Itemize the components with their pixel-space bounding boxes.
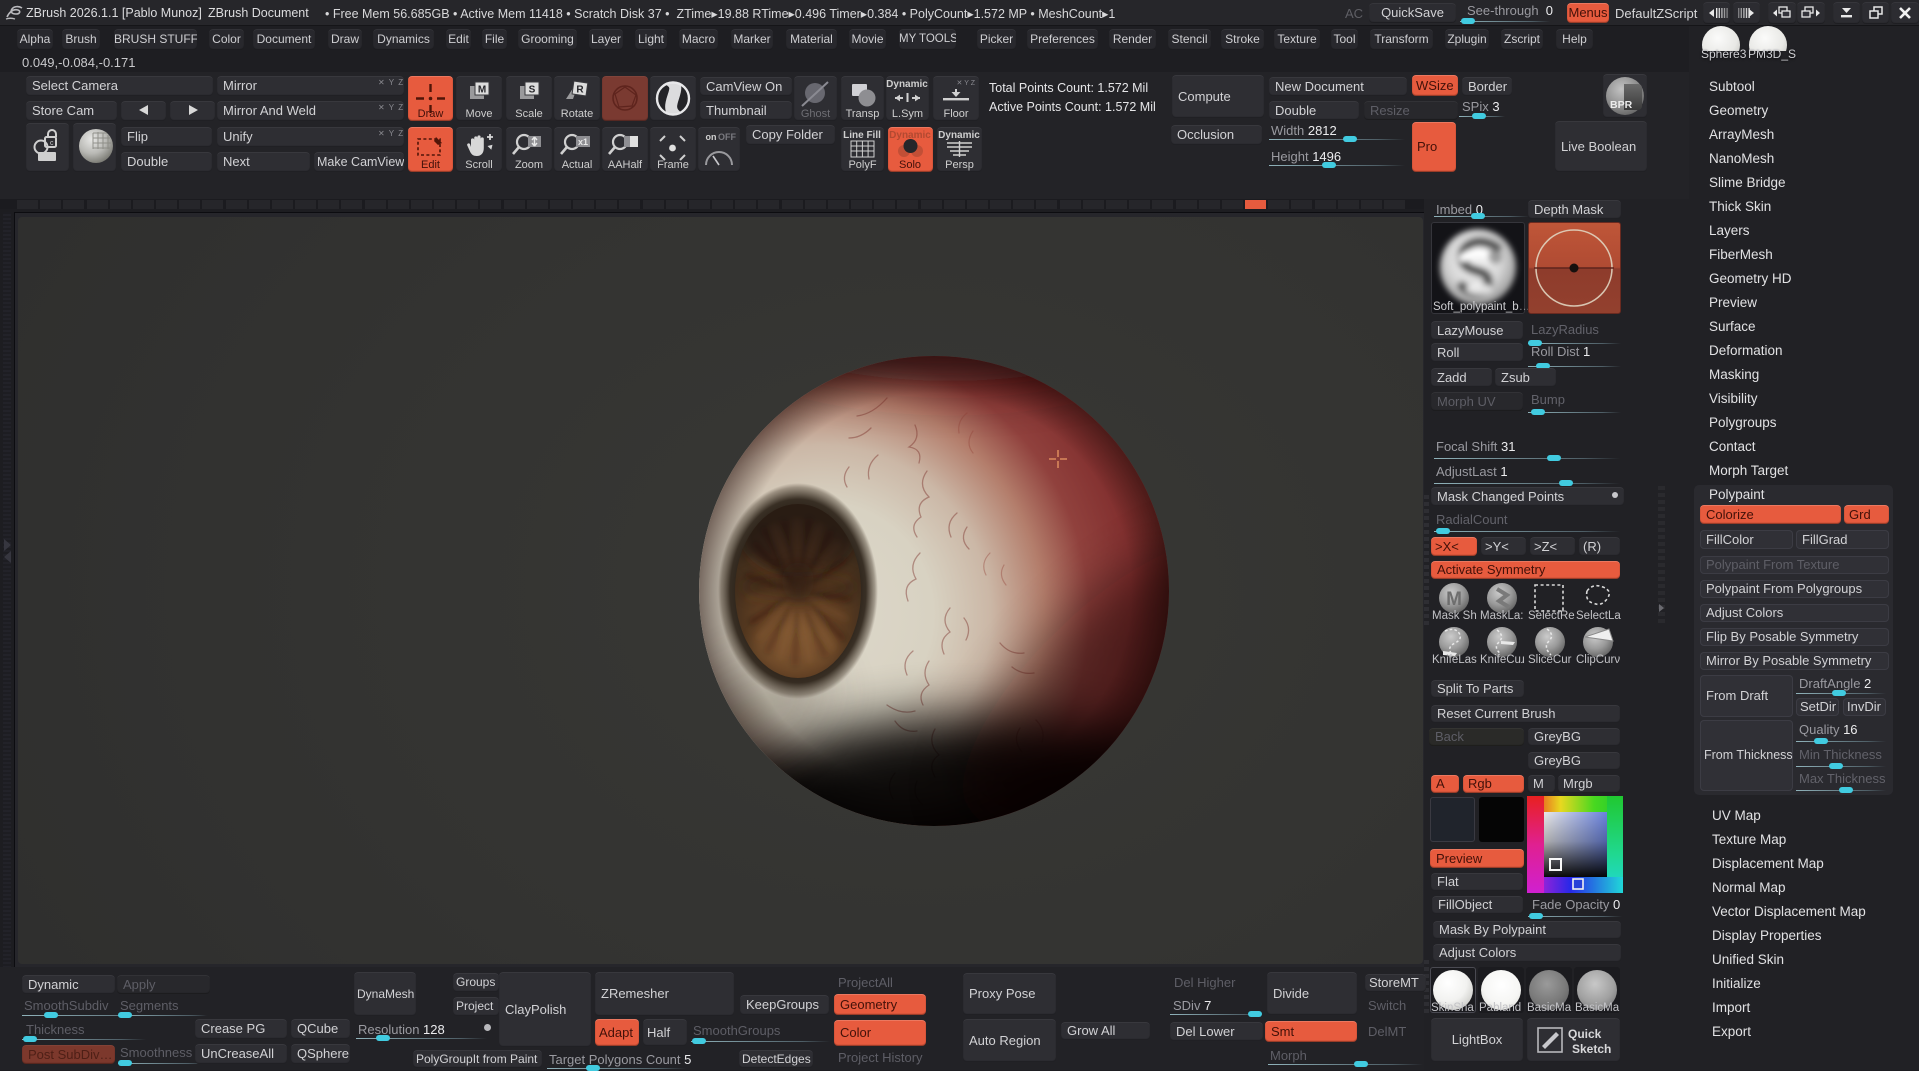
svg-text:M: M [1446, 589, 1462, 610]
svg-text:Scroll: Scroll [465, 159, 493, 171]
svg-text:x1: x1 [578, 137, 588, 147]
svg-text:Edit: Edit [421, 159, 440, 171]
svg-text:PolyF: PolyF [848, 159, 876, 171]
svg-text:Transp: Transp [846, 108, 880, 120]
svg-text:Zoom: Zoom [515, 159, 543, 171]
svg-text:S: S [529, 85, 536, 96]
svg-text:AAHalf: AAHalf [608, 159, 643, 171]
svg-text:Quick: Quick [1568, 1027, 1602, 1041]
svg-text:✕ Y Z: ✕ Y Z [957, 80, 976, 87]
svg-text:M: M [478, 85, 486, 96]
svg-text:Draw: Draw [418, 108, 444, 120]
svg-text:R: R [576, 85, 584, 96]
svg-text:Dynamic: Dynamic [938, 130, 980, 141]
svg-text:Ghost: Ghost [801, 108, 830, 120]
svg-text:Move: Move [466, 108, 493, 120]
svg-text:Actual: Actual [562, 159, 593, 171]
svg-text:Persp: Persp [945, 159, 974, 171]
svg-text:Solo: Solo [899, 159, 921, 171]
svg-text:Floor: Floor [943, 108, 968, 120]
svg-text:c: c [50, 140, 54, 147]
svg-text:Line Fill: Line Fill [843, 130, 881, 141]
svg-text:Frame: Frame [657, 159, 689, 171]
svg-text:on: on [706, 132, 717, 142]
svg-text:Sketch: Sketch [1572, 1042, 1611, 1056]
svg-text:Rotate: Rotate [561, 108, 593, 120]
svg-text:Scale: Scale [515, 108, 543, 120]
svg-text:L.Sym: L.Sym [892, 108, 923, 120]
svg-text:Dynamic: Dynamic [886, 79, 928, 90]
svg-text:OFF: OFF [718, 132, 736, 142]
